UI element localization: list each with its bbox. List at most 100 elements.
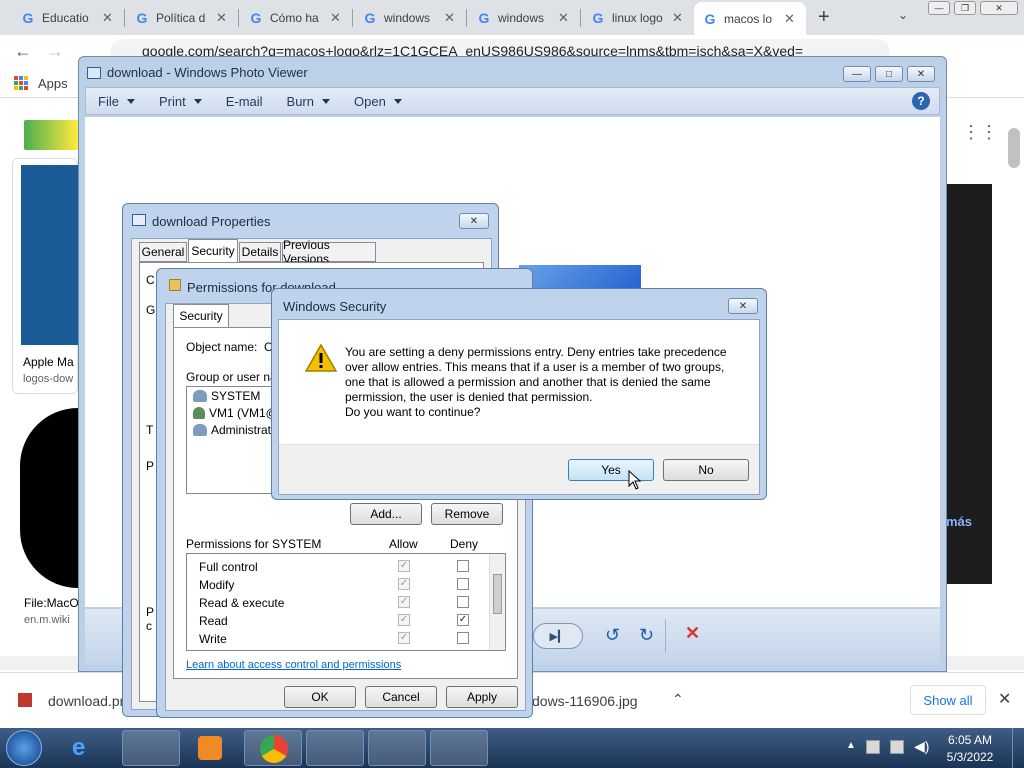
show-hidden-icons[interactable]: ▲ [846,740,856,751]
clock-date[interactable]: 5/3/2022 [942,750,998,764]
action-center-icon[interactable] [866,740,880,754]
file-explorer-icon[interactable] [122,730,180,766]
menu-file[interactable]: File [86,94,147,109]
deny-checkbox[interactable] [457,578,469,590]
internet-explorer-icon[interactable]: e [72,734,85,762]
allow-checkbox[interactable]: ✓ [398,614,410,626]
photo-viewer-taskbar-icon[interactable] [430,730,488,766]
allow-checkbox[interactable]: ✓ [398,578,410,590]
restore-icon[interactable]: ❐ [954,1,976,15]
browser-tab[interactable]: G Educatio ✕ [12,5,122,31]
back-icon[interactable]: ← [14,41,32,62]
browser-tab[interactable]: Glinux logo ✕ [582,5,692,31]
menu-print[interactable]: Print [147,94,214,109]
minimize-icon[interactable]: — [843,66,871,82]
tab-title: Cómo ha [270,11,319,25]
button-area: Yes No [279,444,759,494]
deny-checkbox[interactable] [457,560,469,572]
close-icon[interactable]: ✕ [998,689,1011,709]
close-icon[interactable]: ✕ [459,213,489,229]
menu-burn[interactable]: Burn [275,94,342,109]
browser-tab[interactable]: G Cómo ha ✕ [240,5,350,31]
no-button[interactable]: No [663,459,749,481]
show-all-button[interactable]: Show all [910,685,986,715]
deny-checkbox[interactable]: ✓ [457,614,469,626]
apply-button[interactable]: Apply [446,686,518,708]
deny-checkbox[interactable] [457,596,469,608]
scrollbar-thumb[interactable] [493,574,502,614]
menu-open[interactable]: Open [342,94,414,109]
label-fragment: T [146,423,154,437]
close-tab-icon[interactable]: ✕ [330,10,341,26]
download-item[interactable]: dows-116906.jpg [532,693,638,709]
media-player-icon[interactable] [198,736,222,760]
label-fragment: P [146,605,155,619]
remove-button[interactable]: Remove [431,503,503,525]
rotate-left-icon[interactable]: ↺ [605,625,620,646]
browser-tab[interactable]: Gwindows ✕ [354,5,464,31]
download-item[interactable]: download.pn [48,693,127,709]
allow-checkbox[interactable]: ✓ [398,560,410,572]
close-icon[interactable]: ✕ [728,298,758,314]
close-tab-icon[interactable]: ✕ [444,10,455,26]
paint-icon[interactable] [368,730,426,766]
more-link[interactable]: más [946,514,972,529]
delete-icon[interactable]: ✕ [685,623,700,644]
clock-time[interactable]: 6:05 AM [942,733,998,747]
dropdown-arrow-icon [322,98,330,104]
permissions-header: Permissions for SYSTEM [186,537,322,551]
close-tab-icon[interactable]: ✕ [672,10,683,26]
tab-previous-versions[interactable]: Previous Versions [282,238,376,266]
window-title: download - Windows Photo Viewer [107,65,308,80]
cancel-button[interactable]: Cancel [365,686,437,708]
label-fragment: c [146,619,152,633]
google-doodle[interactable] [24,120,78,150]
close-tab-icon[interactable]: ✕ [216,10,227,26]
scrollbar[interactable] [489,554,505,650]
chrome-icon[interactable] [244,730,302,766]
close-tab-icon[interactable]: ✕ [784,11,795,27]
browser-tab-active[interactable]: Gmacos lo ✕ [694,2,806,35]
close-icon[interactable]: ✕ [907,66,935,82]
deny-checkbox[interactable] [457,632,469,644]
google-apps-icon[interactable]: ⋮⋮ [962,122,998,143]
start-button[interactable] [6,730,42,766]
network-icon[interactable] [890,740,904,754]
chevron-down-icon[interactable]: ⌄ [898,8,908,22]
scrollbar-thumb[interactable] [1008,128,1020,168]
photo-viewer-taskbar-icon[interactable] [306,730,364,766]
result-image[interactable] [20,408,78,588]
result-card[interactable]: Apple Ma logos-dow [12,158,79,394]
help-icon[interactable]: ? [912,92,930,110]
chevron-up-icon[interactable]: ⌃ [672,691,684,708]
next-icon[interactable]: ▶▎ [533,623,583,649]
close-icon[interactable]: ✕ [980,1,1018,15]
ok-button[interactable]: OK [284,686,356,708]
access-control-link[interactable]: Learn about access control and permissio… [186,659,401,671]
rotate-right-icon[interactable]: ↻ [639,625,654,646]
list-item[interactable]: VM1 (VM1@ [193,406,278,420]
browser-tab[interactable]: Gwindows ✕ [468,5,578,31]
tab-title: windows [384,11,431,25]
allow-checkbox[interactable]: ✓ [398,596,410,608]
tab-general[interactable]: General [139,242,187,262]
maximize-icon[interactable]: □ [875,66,903,82]
tab-security[interactable]: Security [173,304,229,327]
menu-email[interactable]: E-mail [214,94,275,109]
minimize-icon[interactable]: — [928,1,950,15]
forward-icon[interactable]: → [46,41,64,62]
browser-tab[interactable]: G Política d ✕ [126,5,236,31]
new-tab-icon[interactable]: + [818,6,830,29]
close-tab-icon[interactable]: ✕ [558,10,569,26]
apps-label[interactable]: Apps [38,76,68,91]
tab-details[interactable]: Details [239,242,281,262]
allow-checkbox[interactable]: ✓ [398,632,410,644]
volume-icon[interactable]: ◀) [914,738,929,755]
permissions-list[interactable]: Full control ✓ Modify ✓ Read & execute ✓… [186,553,506,651]
show-desktop-button[interactable] [1012,728,1024,768]
close-tab-icon[interactable]: ✕ [102,10,113,26]
apps-grid-icon[interactable] [14,76,28,90]
list-item[interactable]: SYSTEM [193,389,260,403]
add-button[interactable]: Add... [350,503,422,525]
tab-security[interactable]: Security [188,239,238,262]
